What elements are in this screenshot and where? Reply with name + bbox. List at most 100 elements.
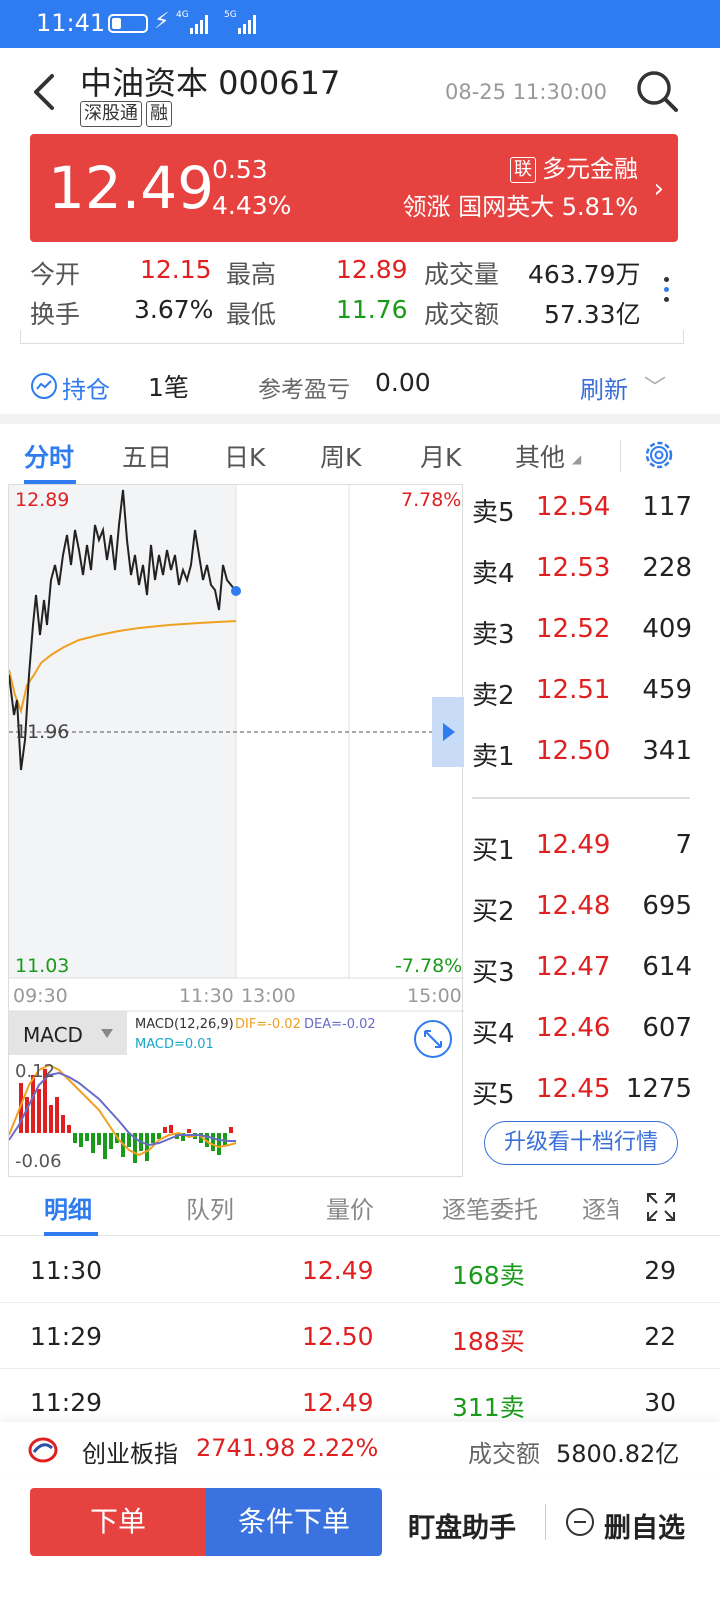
trade-price: 12.49 [302,1388,374,1417]
tab-order-by-order[interactable]: 逐笔委托 [442,1190,538,1225]
macd-selector[interactable]: MACD [23,1023,83,1047]
tab-other[interactable]: 其他 [515,438,565,474]
time-label-0930: 09:30 [13,985,68,1007]
trade-volume: 168卖 [452,1261,525,1290]
order-book-divider [472,797,690,799]
volume-label: 成交量 [424,260,500,289]
macd-dif: DIF=-0.02 [235,1017,301,1032]
chart-pct-max: 7.78% [401,489,462,511]
watch-assistant-button[interactable]: 盯盘助手 [408,1506,516,1545]
tab-daily-k[interactable]: 日K [224,438,265,474]
turnover-value: 3.67% [134,295,214,324]
pnl-label: 参考盈亏 [258,377,350,403]
ask-label: 卖4 [472,559,515,589]
expand-icon[interactable] [646,1192,676,1222]
low-label: 最低 [226,300,277,329]
ask-row-1[interactable]: 卖1 12.50 341 [472,736,692,776]
ask-row-3[interactable]: 卖3 12.52 409 [472,614,692,654]
open-label: 今开 [30,260,81,289]
trade-volume: 188买 [452,1327,525,1356]
bid-row-1[interactable]: 买1 12.49 7 [472,830,692,870]
network-5g-label: 5G [224,10,237,20]
refresh-button[interactable]: 刷新 [580,370,628,405]
tab-queue[interactable]: 队列 [186,1190,234,1225]
bid-label: 买3 [472,958,515,988]
open-value: 12.15 [140,255,212,284]
index-pct: 2.22% [302,1434,379,1462]
ask-row-4[interactable]: 卖4 12.53 228 [472,553,692,593]
update-time: 08-25 11:30:00 [445,80,608,104]
ask-volume: 459 [642,675,692,705]
bid-row-5[interactable]: 买5 12.45 1275 [472,1074,692,1114]
gear-icon[interactable] [642,438,676,472]
ask-price: 12.52 [536,614,611,644]
trade-time: 11:30 [30,1256,103,1285]
conditional-order-button[interactable]: 条件下单 [206,1488,382,1556]
bid-row-4[interactable]: 买4 12.46 607 [472,1013,692,1053]
chart-y-max: 12.89 [15,489,70,511]
index-ticker-bar[interactable]: 创业板指 2741.98 2.22% 成交额 5800.82亿 [0,1422,720,1478]
holding-chart-icon [31,373,57,399]
sector-name: 多元金融 [542,155,638,183]
macd-histogram [19,1069,233,1163]
remove-circle-icon[interactable] [566,1508,594,1536]
intraday-chart[interactable]: 12.89 7.78% 11.96 11.03 -7.78% 09:30 11:… [8,484,464,1177]
bid-row-3[interactable]: 买3 12.47 614 [472,952,692,992]
tab-weekly-k[interactable]: 周K [320,438,361,474]
turnover-label: 换手 [30,300,81,329]
sector-info[interactable]: 联多元金融 领涨 国网英大 5.81% [403,150,639,226]
tab-five-day[interactable]: 五日 [122,438,172,474]
status-time: 11:41 [36,9,106,37]
time-label-1130: 11:30 [179,985,234,1007]
ask-price: 12.54 [536,492,611,522]
charging-icon: ⚡ [154,9,170,34]
tab-tick-by-tick[interactable]: 逐笔 [582,1190,618,1225]
ask-volume: 341 [642,736,692,766]
signal-icon [190,14,208,34]
ask-row-2[interactable]: 卖2 12.51 459 [472,675,692,715]
bid-price: 12.46 [536,1013,611,1043]
bid-price: 12.49 [536,830,611,860]
remove-watchlist-button[interactable]: 删自选 [604,1506,685,1545]
ask-row-5[interactable]: 卖5 12.54 117 [472,492,692,532]
amount-label: 成交额 [424,300,500,329]
upgrade-ten-level-button[interactable]: 升级看十档行情 [484,1121,678,1165]
high-value: 12.89 [336,255,408,284]
chevron-right-icon: › [653,174,664,204]
price-change: 0.53 4.43% [212,152,291,224]
trade-price: 12.50 [302,1322,374,1351]
action-divider [545,1504,546,1540]
tab-monthly-k[interactable]: 月K [420,438,461,474]
back-icon[interactable] [28,70,68,114]
pnl-value: 0.00 [375,368,431,397]
bid-row-2[interactable]: 买2 12.48 695 [472,891,692,931]
trade-count: 22 [644,1322,676,1351]
macd-params: MACD(12,26,9) [135,1017,234,1032]
tab-volume-price[interactable]: 量价 [326,1190,374,1225]
signal-icon-2 [238,14,256,34]
stats-expand-handle[interactable] [20,330,684,344]
search-icon[interactable] [634,68,680,114]
ask-volume: 228 [642,553,692,583]
ask-label: 卖3 [472,620,515,650]
change-percent: 4.43% [212,191,292,220]
price-banner[interactable]: 12.49 0.53 4.43% 联多元金融 领涨 国网英大 5.81% › [30,134,678,242]
chart-y-min: 11.03 [15,955,70,977]
tab-details[interactable]: 明细 [44,1190,92,1225]
more-icon[interactable] [660,272,672,320]
bid-label: 买5 [472,1080,515,1110]
macd-y-top: 0.12 [15,1061,56,1082]
bid-price: 12.48 [536,891,611,921]
exchange-logo-icon [28,1437,58,1463]
trade-row: 11:29 12.50 188买 22 [0,1303,720,1369]
chevron-down-icon[interactable]: ﹀ [644,370,666,402]
high-label: 最高 [226,260,277,289]
current-price: 12.49 [48,154,215,222]
ask-price: 12.51 [536,675,611,705]
holding-label[interactable]: 持仓 [62,370,110,405]
order-button[interactable]: 下单 [30,1488,206,1556]
index-value: 2741.98 [196,1434,296,1462]
tab-intraday[interactable]: 分时 [24,438,74,474]
bid-volume: 695 [642,891,692,921]
index-amount: 5800.82亿 [556,1440,680,1468]
